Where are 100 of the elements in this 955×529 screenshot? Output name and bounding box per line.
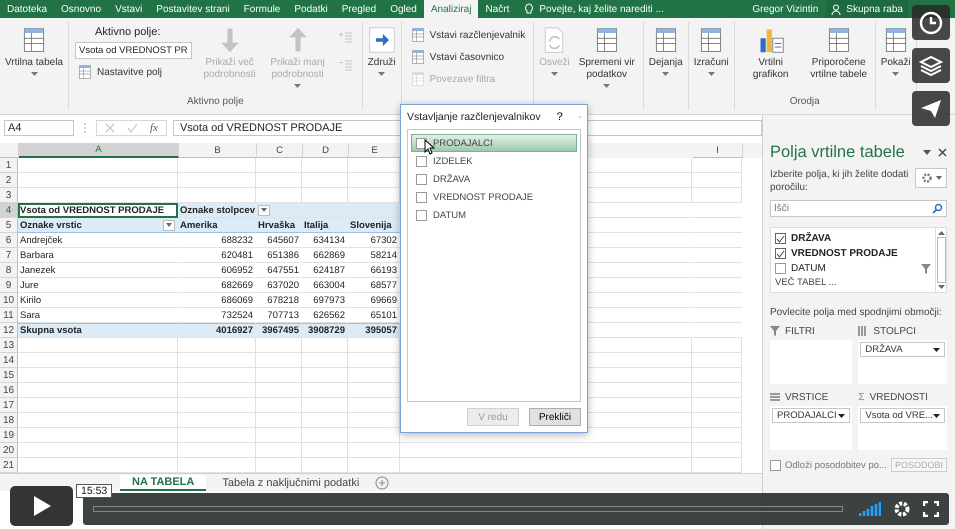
ribbon-button[interactable]: Vstavi razčlenjevalnik — [408, 26, 528, 44]
list-item[interactable]: DATUM — [411, 206, 577, 224]
row-header[interactable]: 20 — [0, 443, 18, 458]
row-header[interactable]: 1 — [0, 158, 18, 173]
checkbox[interactable] — [775, 248, 786, 259]
list-item[interactable]: PRODAJALCI — [411, 134, 577, 152]
area-label: VREDNOSTI — [870, 392, 928, 402]
drop-area[interactable]: PRODAJALCI — [770, 406, 852, 450]
ribbon-button[interactable]: Spremeni vir podatkov — [574, 22, 640, 96]
row-header[interactable]: 2 — [0, 173, 18, 188]
insert-function-button[interactable]: fx — [150, 122, 158, 134]
column-header[interactable]: I — [693, 143, 743, 158]
ribbon-tab[interactable]: Osnovno — [54, 0, 108, 18]
ribbon-button[interactable]: Vstavi časovnico — [408, 48, 528, 66]
ribbon-button[interactable]: Združi — [366, 22, 398, 96]
play-button[interactable] — [10, 486, 73, 526]
progress-track[interactable] — [93, 506, 843, 512]
checkbox[interactable] — [416, 210, 427, 220]
checkbox[interactable] — [416, 156, 427, 166]
ribbon-tab[interactable]: Pregled — [334, 0, 384, 18]
column-header[interactable]: A — [19, 143, 179, 158]
row-header[interactable]: 12 — [0, 323, 18, 338]
scroll-down-icon[interactable] — [938, 285, 944, 289]
add-sheet-icon[interactable] — [375, 476, 390, 490]
field-chip[interactable]: Vsota od VRE... — [860, 408, 945, 423]
history-button[interactable] — [912, 5, 950, 40]
field-name[interactable]: DATUM — [791, 263, 916, 274]
row-header[interactable]: 18 — [0, 413, 18, 428]
checkbox[interactable] — [770, 460, 781, 470]
column-header[interactable]: D — [303, 143, 349, 158]
field-name[interactable]: DRŽAVA — [791, 233, 931, 244]
filter-dropdown-button[interactable] — [163, 220, 175, 230]
name-box[interactable]: A4 — [4, 120, 74, 136]
row-header[interactable]: 15 — [0, 368, 18, 383]
row-header[interactable]: 10 — [0, 293, 18, 308]
active-field-input[interactable]: Vsota od VREDNOST PR — [75, 42, 192, 59]
settings-icon[interactable] — [893, 500, 911, 518]
list-item[interactable]: DRŽAVA — [411, 170, 577, 188]
row-header[interactable]: 8 — [0, 263, 18, 278]
help-button[interactable]: ? — [548, 111, 571, 123]
ribbon-tab[interactable]: Vstavi — [108, 0, 150, 18]
checkbox[interactable] — [775, 233, 786, 244]
row-header[interactable]: 11 — [0, 308, 18, 323]
column-header[interactable]: C — [257, 143, 303, 158]
caret-icon[interactable] — [923, 150, 931, 155]
fullscreen-icon[interactable] — [923, 501, 939, 517]
share-button[interactable]: Skupna raba — [826, 0, 908, 18]
areas-instruction: Povlecite polja med spodnjimi območji: — [770, 307, 943, 318]
ribbon-button[interactable]: Nastavitve polj — [75, 63, 192, 81]
settings-button[interactable] — [915, 168, 947, 188]
dialog-button[interactable]: Prekliči — [529, 408, 581, 426]
ribbon-tab[interactable]: Datoteka — [0, 0, 54, 18]
ribbon-button[interactable]: Vrtilni grafikon — [738, 22, 804, 96]
field-chip[interactable]: DRŽAVA — [860, 342, 945, 357]
list-item[interactable]: IZDELEK — [411, 152, 577, 170]
ribbon-tab[interactable]: Ogled — [383, 0, 424, 18]
row-header[interactable]: 21 — [0, 458, 18, 473]
row-header[interactable]: 6 — [0, 233, 18, 248]
field-chip[interactable]: PRODAJALCI — [772, 408, 850, 423]
ribbon-button[interactable]: Vrtilna tabela — [3, 22, 65, 96]
list-item[interactable]: VREDNOST PRODAJE — [411, 188, 577, 206]
ribbon-button[interactable]: Izračuni — [692, 22, 731, 96]
volume-icon[interactable] — [859, 501, 881, 517]
row-header[interactable]: 16 — [0, 383, 18, 398]
scrollbar[interactable] — [935, 228, 946, 292]
checkbox[interactable] — [775, 263, 786, 274]
more-tables-link[interactable]: VEČ TABEL ... — [775, 277, 931, 288]
row-header[interactable]: 4 — [0, 203, 18, 218]
row-header[interactable]: 7 — [0, 248, 18, 263]
check-icon[interactable] — [127, 123, 138, 133]
ribbon-button[interactable]: Dejanja — [646, 22, 685, 96]
row-header[interactable]: 17 — [0, 398, 18, 413]
row-header[interactable]: 19 — [0, 428, 18, 443]
close-icon[interactable] — [938, 148, 947, 157]
ribbon-tab[interactable]: Analiziraj — [424, 0, 478, 18]
ribbon-tab[interactable]: Načrt — [478, 0, 516, 18]
share-video-button[interactable] — [912, 91, 950, 126]
row-header[interactable]: 14 — [0, 353, 18, 368]
drop-area[interactable]: DRŽAVA — [858, 340, 947, 384]
tell-me-search[interactable]: Povejte, kaj želite narediti ... — [534, 0, 664, 18]
checkbox[interactable] — [416, 192, 427, 202]
ribbon-tab[interactable]: Postavitev strani — [149, 0, 237, 18]
drop-area[interactable]: Vsota od VRE... — [858, 406, 947, 450]
row-header[interactable]: 9 — [0, 278, 18, 293]
ribbon-button[interactable]: Priporočene vrtilne tabele — [806, 22, 872, 96]
row-header[interactable]: 3 — [0, 188, 18, 203]
search-field[interactable]: Išči — [770, 200, 947, 217]
row-header[interactable]: 5 — [0, 218, 18, 233]
ribbon-tab[interactable]: Formule — [236, 0, 288, 18]
ribbon-tab[interactable]: Podatki — [287, 0, 335, 18]
checkbox[interactable] — [416, 174, 427, 184]
layers-button[interactable] — [912, 48, 950, 83]
column-header[interactable]: B — [179, 143, 257, 158]
scroll-up-icon[interactable] — [938, 231, 944, 235]
ribbon-button[interactable]: Pokaži — [878, 22, 913, 96]
sheet-tab[interactable]: NA TABELA — [120, 474, 206, 490]
field-name[interactable]: VREDNOST PRODAJE — [791, 248, 931, 259]
row-header[interactable]: 13 — [0, 338, 18, 353]
sheet-tab[interactable]: Tabela z naključnimi podatki — [210, 476, 372, 490]
filter-dropdown-button[interactable] — [258, 204, 270, 216]
